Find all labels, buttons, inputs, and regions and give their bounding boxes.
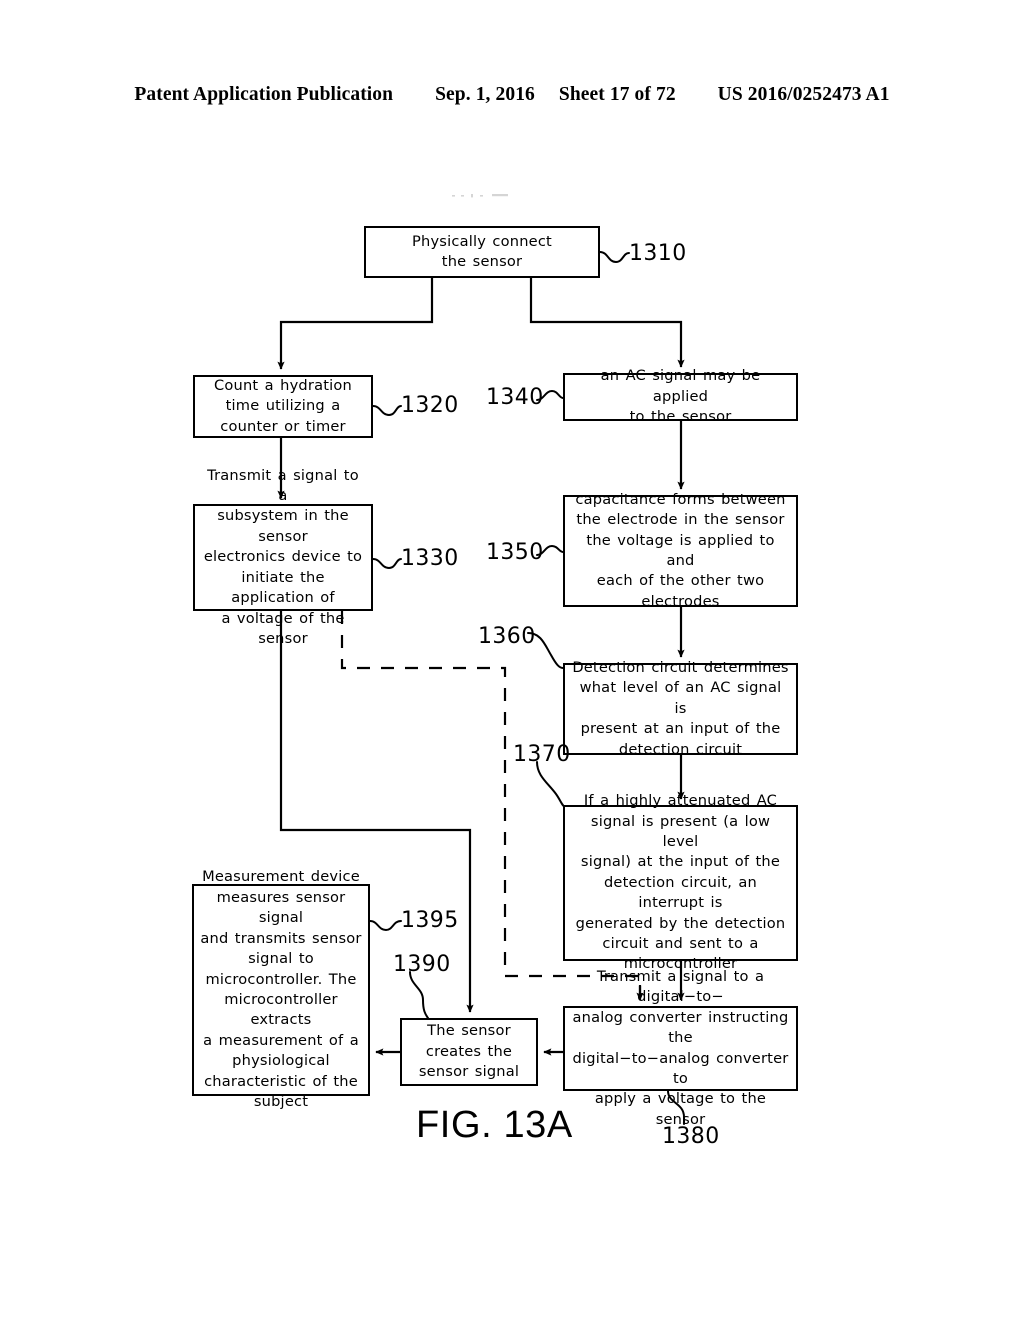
ref-numeral-1350: 1350 <box>486 540 544 565</box>
leader-1395 <box>369 920 402 932</box>
ref-numeral-1320: 1320 <box>401 393 459 418</box>
process-box-1380[interactable]: Transmit a signal to a digital−to− analo… <box>563 968 798 1128</box>
process-box-1350[interactable]: capacitance forms between the electrode … <box>563 491 798 610</box>
figure-caption: FIG. 13A <box>416 1104 573 1146</box>
leader-1390 <box>409 971 429 1019</box>
ref-numeral-1380: 1380 <box>662 1124 720 1149</box>
process-box-1390[interactable]: The sensor creates the sensor signal <box>400 1018 538 1086</box>
leader-1310 <box>599 251 630 264</box>
ref-numeral-1310: 1310 <box>629 241 687 266</box>
connector-1310-to-1320 <box>277 278 434 370</box>
ref-numeral-1330: 1330 <box>401 546 459 571</box>
connector-1310-to-1340 <box>529 278 685 368</box>
process-box-1395[interactable]: Measurement device measures sensor signa… <box>192 868 370 1110</box>
figure-13a-canvas: Physically connect the sensor Count a hy… <box>0 0 1024 1320</box>
ref-numeral-1370: 1370 <box>513 742 571 767</box>
process-box-1340[interactable]: an AC signal may be applied to the senso… <box>563 367 798 425</box>
leader-1370 <box>536 761 567 809</box>
ref-numeral-1340: 1340 <box>486 385 544 410</box>
ref-numeral-1360: 1360 <box>478 624 536 649</box>
leader-1320 <box>372 405 402 417</box>
ref-numeral-1390: 1390 <box>393 952 451 977</box>
process-box-1360[interactable]: Detection circuit determines what level … <box>563 659 798 758</box>
process-box-1370[interactable]: If a highly attenuated AC signal is pres… <box>563 792 798 972</box>
scan-artifact <box>452 194 508 198</box>
ref-numeral-1395: 1395 <box>401 908 459 933</box>
process-box-1320[interactable]: Count a hydration time utilizing a count… <box>193 375 373 438</box>
leader-1330 <box>372 558 402 570</box>
process-box-1310[interactable]: Physically connect the sensor <box>364 226 600 278</box>
process-box-1330[interactable]: Transmit a signal to a subsystem in the … <box>193 467 373 647</box>
